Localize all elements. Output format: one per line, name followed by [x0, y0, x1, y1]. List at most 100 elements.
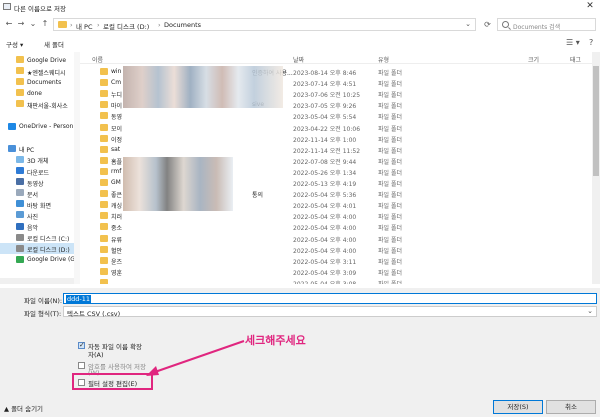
column-size[interactable]: 크기	[528, 55, 539, 64]
file-name: 윤즈	[111, 258, 123, 266]
recent-locations-chevron-icon[interactable]: ⌄	[28, 19, 38, 29]
sidebar-item[interactable]: 로컬 디스크 (D:)	[0, 242, 74, 255]
column-type[interactable]: 유형	[378, 55, 389, 64]
folder-icon	[16, 100, 24, 108]
sidebar-item[interactable]: ★엔젤스웨디시	[0, 65, 74, 77]
download-icon	[16, 167, 24, 174]
save-with-password-checkbox[interactable]	[78, 362, 85, 369]
sidebar-item[interactable]: 음악	[0, 221, 74, 233]
table-row[interactable]: 동영 2023-05-04 오후 5:54 파일 폴더	[80, 110, 592, 121]
cancel-button[interactable]: 취소	[546, 400, 596, 414]
file-type: 파일 폴더	[378, 136, 402, 144]
annotation-arrow	[146, 340, 245, 376]
annotation-text: 세크해주세요	[245, 334, 306, 347]
file-date: 2022-05-04 오후 4:01	[293, 203, 357, 211]
sidebar-item-label: Google Drive (G	[27, 256, 74, 264]
file-type: 파일 폴더	[378, 147, 402, 155]
drive-icon	[16, 255, 24, 263]
refresh-icon[interactable]: ⟳	[481, 18, 494, 31]
file-date: 2023-08-14 오후 8:46	[293, 70, 357, 77]
save-button[interactable]: 저장(S)	[493, 400, 543, 414]
back-arrow-icon[interactable]: ←	[4, 19, 14, 29]
sidebar-item-label: done	[27, 89, 42, 97]
table-row[interactable]: 모이 2023-04-22 오전 10:06 파일 폴더	[80, 122, 592, 133]
table-row[interactable]: 중소 2022-05-04 오후 4:00 파일 폴더	[80, 221, 592, 232]
folder-icon	[100, 267, 108, 275]
breadcrumb-separator: ›	[97, 21, 100, 29]
filename-input[interactable]: ddd-11	[63, 293, 597, 304]
sidebar-item[interactable]: 내 PC	[0, 143, 74, 155]
file-type: 파일 폴더	[378, 158, 402, 166]
table-row[interactable]: 유류 2022-05-04 오후 4:00 파일 폴더	[80, 233, 592, 244]
sidebar-item[interactable]: 사진	[0, 209, 74, 221]
scrollbar-thumb[interactable]	[593, 66, 599, 176]
file-name: 누디	[111, 92, 123, 100]
up-arrow-icon[interactable]: ↑	[40, 19, 50, 29]
sidebar-item[interactable]: 문서	[0, 187, 74, 199]
navigation-bar: ← → ⌄ ↑ › 내 PC › 로컬 디스크 (D:) › Documents…	[0, 14, 600, 34]
sidebar-horizontal-scrollbar[interactable]	[0, 278, 74, 284]
document-icon	[16, 189, 24, 197]
file-list: 이름 날짜 유형 크기 태그 win인증하여 사용...2023-08-14 오…	[80, 52, 592, 284]
search-icon	[502, 21, 509, 28]
file-name: 혈안	[111, 247, 123, 255]
table-row[interactable]: 치러 2022-05-04 오후 4:00 파일 폴더	[80, 210, 592, 221]
sidebar-item[interactable]: 바탕 화면	[0, 198, 74, 210]
file-name: 중소	[111, 225, 123, 233]
table-row[interactable]: sat 2022-11-14 오전 11:52 파일 폴더	[80, 144, 592, 155]
sidebar-item[interactable]: 3D 개체	[0, 154, 74, 166]
sidebar-item[interactable]: 채판서울-회사소	[0, 98, 74, 110]
file-name: 좋은	[111, 192, 123, 200]
table-row[interactable]: 혈안 2022-05-04 오후 4:00 파일 폴더	[80, 244, 592, 255]
pc-icon	[8, 144, 16, 152]
column-date[interactable]: 날짜	[293, 55, 304, 64]
file-type: 파일 폴더	[378, 203, 402, 211]
sidebar-item[interactable]: Google Drive	[0, 54, 74, 66]
sidebar-item[interactable]: 다운로드	[0, 165, 74, 177]
breadcrumb-separator: ›	[70, 21, 73, 29]
breadcrumb-this-pc[interactable]: 내 PC	[76, 21, 93, 31]
auto-extension-checkbox[interactable]	[78, 341, 85, 349]
table-row[interactable]: 윤즈 2022-05-04 오후 3:11 파일 폴더	[80, 255, 592, 266]
organize-button[interactable]: 구성 ▾	[6, 39, 23, 49]
column-tags[interactable]: 태그	[570, 55, 581, 64]
hide-folders-button[interactable]: ▲ 폴더 숨기기	[4, 403, 43, 413]
file-date: 2022-07-08 오전 9:44	[293, 158, 357, 166]
breadcrumb-drive-d[interactable]: 로컬 디스크 (D:)	[103, 21, 149, 31]
drive-icon	[16, 233, 24, 241]
view-options-icon[interactable]: ☰ ▾	[566, 38, 580, 47]
file-type: 파일 폴더	[378, 269, 402, 277]
new-folder-button[interactable]: 새 폴더	[44, 39, 64, 49]
filetype-select[interactable]: 텍스트 CSV (.csv) ⌄	[63, 306, 597, 318]
folder-icon	[100, 68, 108, 75]
file-date: 2022-05-26 오후 1:34	[293, 169, 357, 177]
folder-icon	[100, 123, 108, 131]
sidebar-item[interactable]: done	[0, 87, 74, 99]
close-icon[interactable]: ✕	[584, 1, 596, 12]
address-dropdown-icon[interactable]: ⌄	[465, 20, 471, 28]
file-list-scrollbar[interactable]	[592, 52, 600, 284]
file-date: 2022-05-13 오후 4:19	[293, 181, 357, 188]
file-type: 파일 폴더	[378, 114, 402, 122]
folder-icon	[100, 256, 108, 264]
file-name: 치러	[111, 214, 123, 222]
table-row[interactable]: 2022-05-04 오후 3:08 파일 폴더	[80, 277, 592, 284]
forward-arrow-icon[interactable]: →	[16, 19, 26, 29]
address-bar[interactable]: › 내 PC › 로컬 디스크 (D:) › Documents ⌄	[53, 18, 476, 31]
sidebar-item[interactable]: Documents	[0, 76, 74, 88]
blurred-region	[123, 157, 233, 211]
help-icon[interactable]: ?	[589, 38, 593, 47]
sidebar-item[interactable]: Google Drive (G	[0, 254, 74, 266]
column-name[interactable]: 이름	[92, 55, 103, 64]
blurred-region	[123, 66, 283, 108]
command-toolbar: 구성 ▾ 새 폴더 ☰ ▾ ?	[0, 36, 600, 50]
title-bar: 다른 이름으로 저장 ✕	[0, 0, 600, 14]
breadcrumb-documents[interactable]: Documents	[164, 21, 201, 29]
sidebar-item[interactable]: 동영상	[0, 176, 74, 188]
search-input[interactable]: Documents 검색	[497, 18, 596, 31]
folder-icon	[100, 201, 108, 209]
sidebar-item[interactable]: OneDrive - Person	[0, 121, 74, 133]
table-row[interactable]: 영훈 2022-05-04 오후 3:09 파일 폴더	[80, 266, 592, 277]
table-row[interactable]: 이정 2022-11-14 오후 1:00 파일 폴더	[80, 133, 592, 144]
sidebar-item[interactable]: 로컬 디스크 (C:)	[0, 232, 74, 244]
